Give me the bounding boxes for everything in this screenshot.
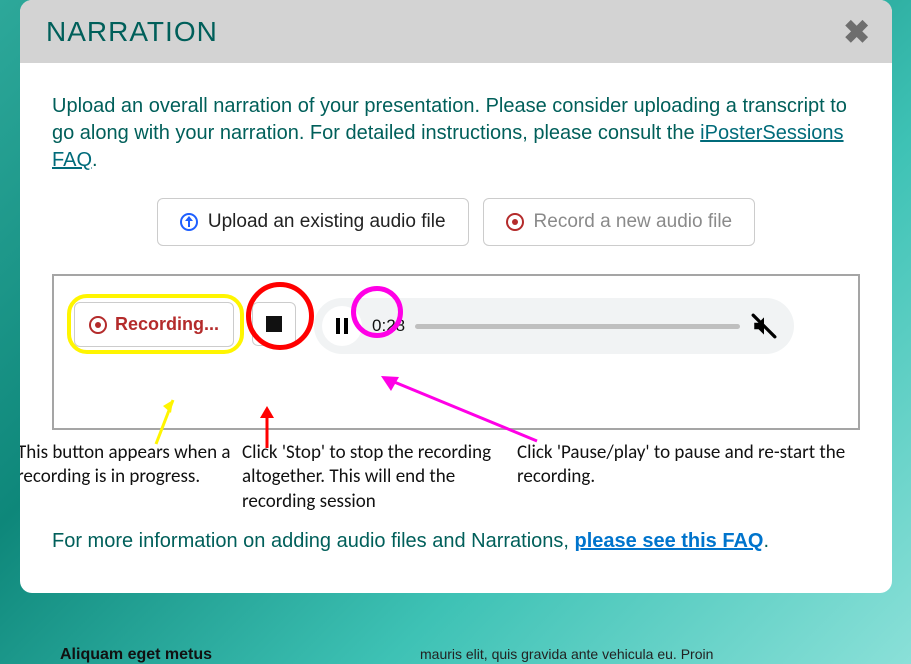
modal-title: NARRATION xyxy=(46,16,218,48)
recording-icon xyxy=(89,316,107,334)
footer-text: For more information on adding audio fil… xyxy=(52,530,860,553)
upload-icon xyxy=(180,213,198,231)
backdrop-content: Aliquam eget metus mauris elit, quis gra… xyxy=(0,646,911,664)
footer-tail: . xyxy=(763,530,769,552)
annotation-stop: Click 'Stop' to stop the recording altog… xyxy=(242,441,497,514)
pause-icon xyxy=(336,318,348,334)
mute-button[interactable] xyxy=(750,312,778,340)
upload-audio-button[interactable]: Upload an existing audio file xyxy=(157,198,469,246)
record-audio-label: Record a new audio file xyxy=(534,211,733,233)
recording-label: Recording... xyxy=(115,314,219,335)
button-row: Upload an existing audio file Record a n… xyxy=(52,198,860,246)
stop-button[interactable] xyxy=(252,302,296,346)
backdrop-right: mauris elit, quis gravida ante vehicula … xyxy=(420,646,851,664)
annotation-recording: This button appears when a recording is … xyxy=(20,441,232,490)
record-icon xyxy=(506,213,524,231)
volume-muted-icon xyxy=(751,313,777,339)
audio-player: 0:28 xyxy=(314,298,794,354)
pause-play-button[interactable] xyxy=(322,306,362,346)
footer-lead: For more information on adding audio fil… xyxy=(52,530,575,552)
stop-icon xyxy=(266,316,282,332)
recording-status-button[interactable]: Recording... xyxy=(74,302,234,347)
annotation-pause: Click 'Pause/play' to pause and re-start… xyxy=(517,441,852,490)
player-time: 0:28 xyxy=(372,316,405,336)
intro-part2: . xyxy=(92,149,98,171)
close-icon[interactable]: ✖ xyxy=(843,16,870,48)
modal-header: NARRATION ✖ xyxy=(20,0,892,63)
modal-body: Upload an overall narration of your pres… xyxy=(20,63,892,593)
player-seek-track[interactable] xyxy=(415,324,740,329)
upload-audio-label: Upload an existing audio file xyxy=(208,211,446,233)
record-audio-button[interactable]: Record a new audio file xyxy=(483,198,756,246)
narration-modal: NARRATION ✖ Upload an overall narration … xyxy=(20,0,892,593)
recording-area: Recording... 0:28 xyxy=(52,274,860,430)
backdrop-left: Aliquam eget metus xyxy=(60,646,340,664)
footer-faq-link[interactable]: please see this FAQ xyxy=(575,530,764,552)
intro-text: Upload an overall narration of your pres… xyxy=(52,93,860,174)
